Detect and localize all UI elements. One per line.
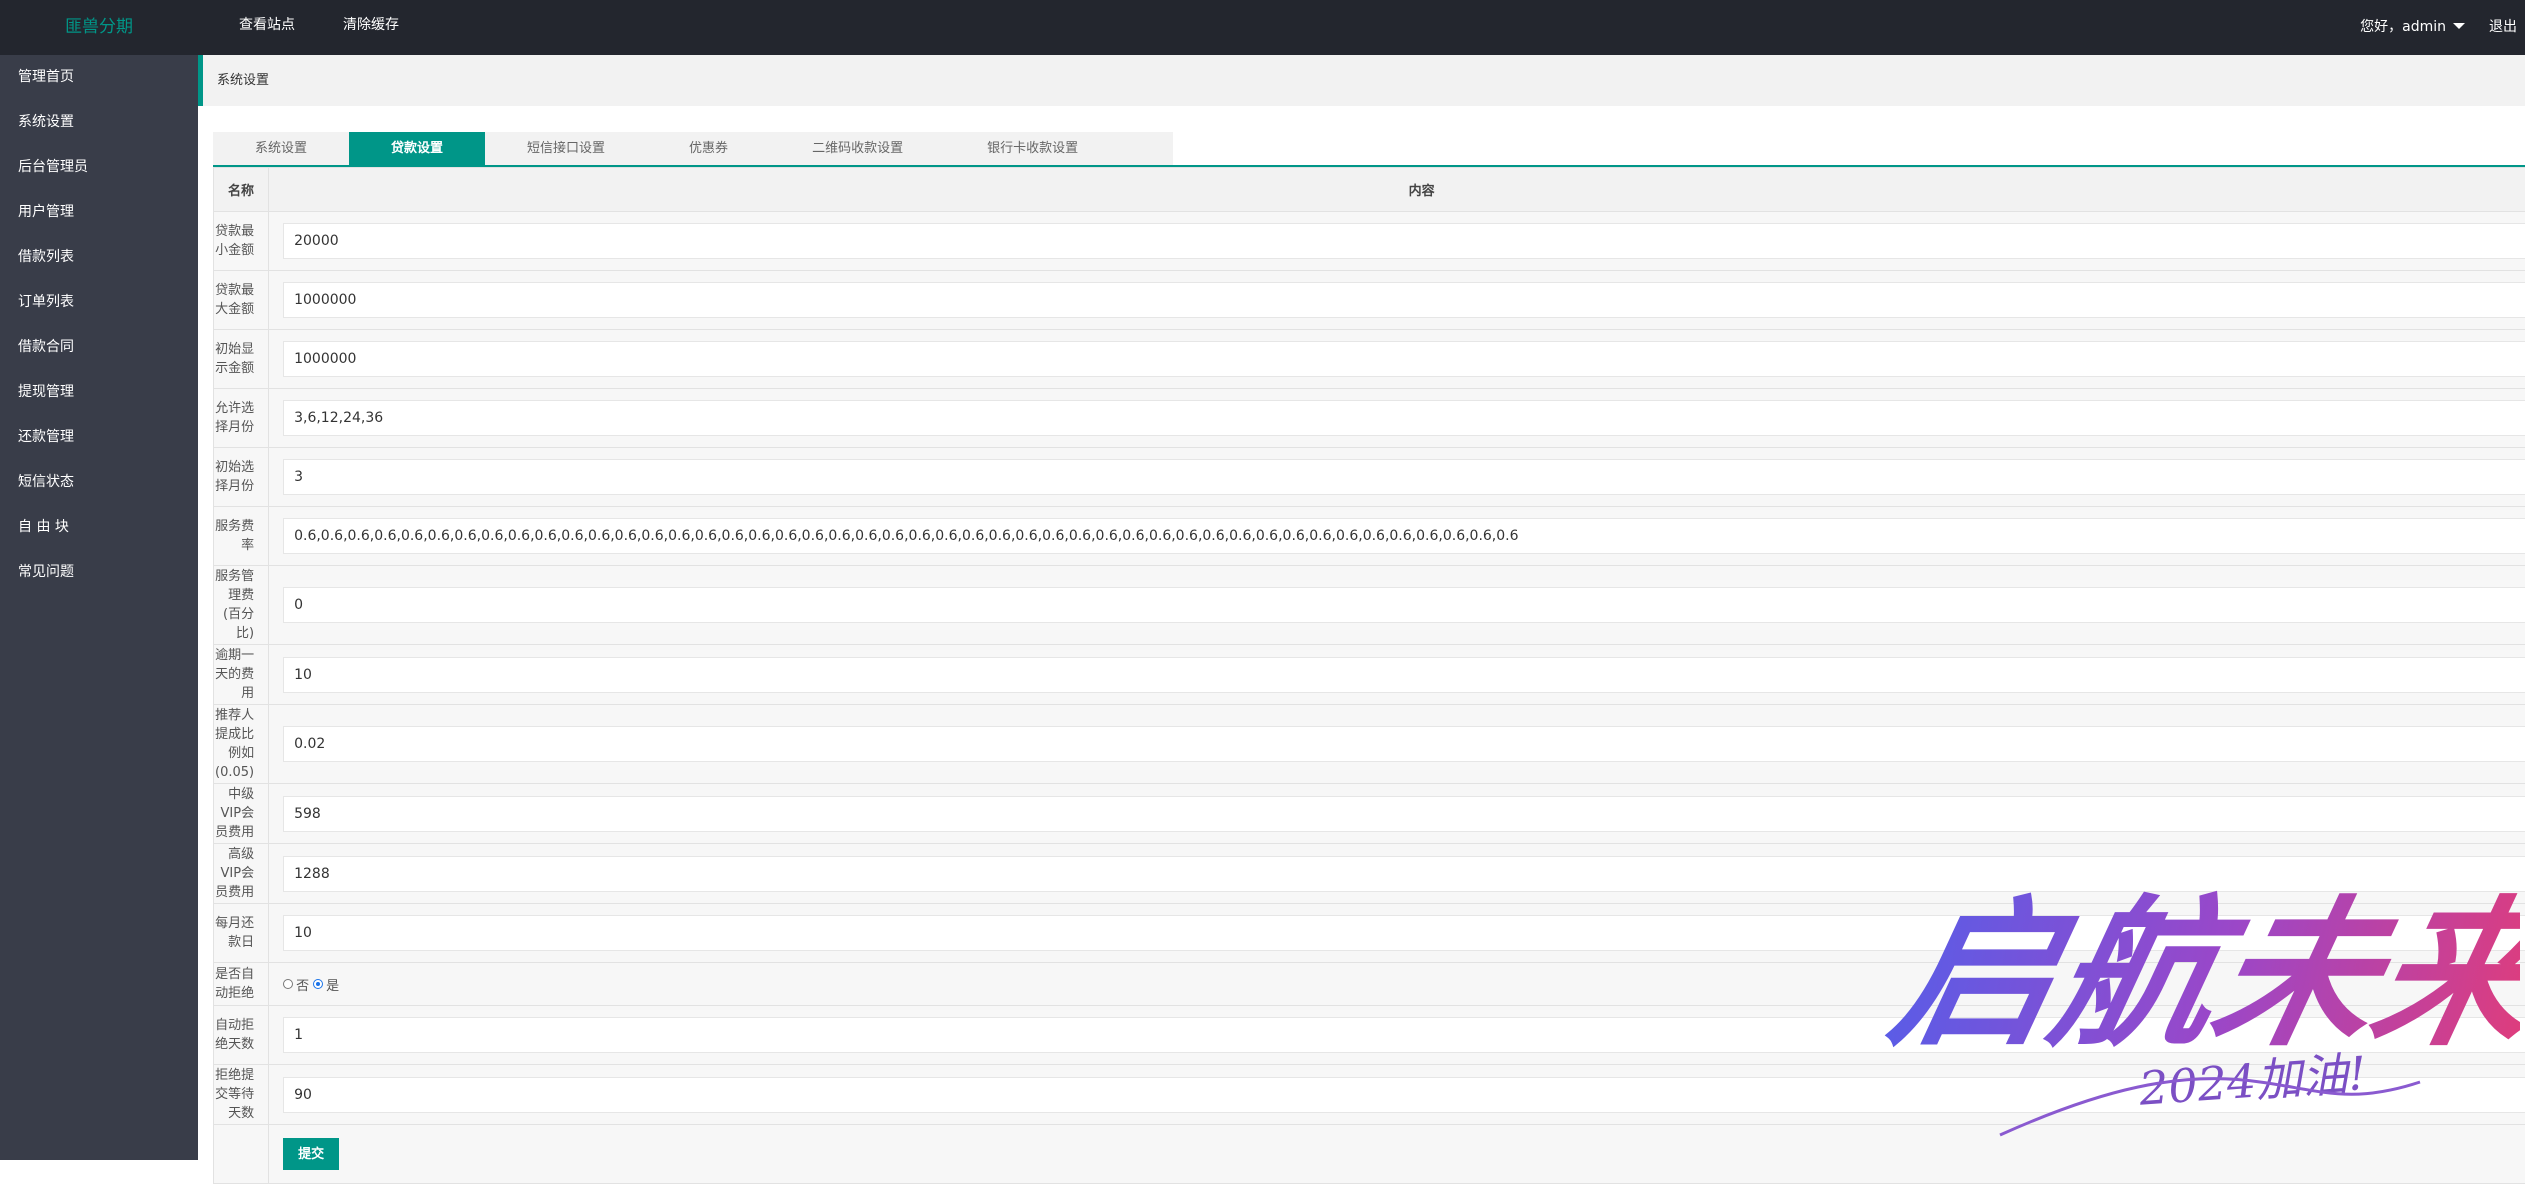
table-row: 是否自动拒绝 否 是 xyxy=(214,963,2525,1006)
table-row: 高级VIP会员费用 xyxy=(214,844,2525,904)
empty-label-cell xyxy=(214,1125,269,1184)
radio-unchecked-icon[interactable] xyxy=(283,979,293,989)
row-label: 贷款最小金额 xyxy=(214,212,269,271)
top-right: 您好，admin 退出 xyxy=(2360,0,2525,51)
reject-wait-days-input[interactable] xyxy=(283,1077,2525,1113)
table-row: 推荐人提成比例如 (0.05) xyxy=(214,705,2525,784)
sidebar-item-users[interactable]: 用户管理 xyxy=(0,190,198,235)
tab-bankcard-payment[interactable]: 银行卡收款设置 xyxy=(945,132,1120,165)
auto-reject-yes-option[interactable]: 是 xyxy=(313,975,339,994)
radio-checked-icon[interactable] xyxy=(313,979,323,989)
tab-qrcode-payment[interactable]: 二维码收款设置 xyxy=(770,132,945,165)
user-menu[interactable]: 您好，admin xyxy=(2360,16,2465,36)
referrer-commission-input[interactable] xyxy=(283,726,2525,762)
table-row: 服务费率 xyxy=(214,507,2525,566)
table-row: 中级VIP会员费用 xyxy=(214,784,2525,844)
settings-tabs: 系统设置 贷款设置 短信接口设置 优惠券 二维码收款设置 银行卡收款设置 xyxy=(213,132,2525,167)
tab-coupons[interactable]: 优惠券 xyxy=(647,132,770,165)
row-label: 推荐人提成比例如 (0.05) xyxy=(214,705,269,784)
table-row: 服务管理费(百分比) xyxy=(214,566,2525,645)
monthly-repayment-day-input[interactable] xyxy=(283,915,2525,951)
senior-vip-fee-input[interactable] xyxy=(283,856,2525,892)
service-management-fee-input[interactable] xyxy=(283,587,2525,623)
table-row: 自动拒绝天数 xyxy=(214,1006,2525,1065)
table-row: 允许选择月份 xyxy=(214,389,2525,448)
mid-vip-fee-input[interactable] xyxy=(283,796,2525,832)
user-greeting: 您好，admin xyxy=(2360,16,2446,36)
column-header-name: 名称 xyxy=(214,168,269,212)
sidebar-item-system-settings[interactable]: 系统设置 xyxy=(0,100,198,145)
table-row: 贷款最小金额 xyxy=(214,212,2525,271)
top-nav: 查看站点 清除缓存 xyxy=(215,0,423,55)
sidebar-item-orders[interactable]: 订单列表 xyxy=(0,280,198,325)
row-label: 服务管理费(百分比) xyxy=(214,566,269,645)
table-header-row: 名称 内容 xyxy=(214,168,2525,212)
sidebar-item-loans[interactable]: 借款列表 xyxy=(0,235,198,280)
sidebar-item-faq[interactable]: 常见问题 xyxy=(0,550,198,595)
row-label-line1: 推荐人提成比例如 xyxy=(215,706,254,763)
table-row: 拒绝提交等待天数 xyxy=(214,1065,2525,1125)
initial-display-amount-input[interactable] xyxy=(283,341,2525,377)
sidebar-item-repayments[interactable]: 还款管理 xyxy=(0,415,198,460)
tab-sms-settings[interactable]: 短信接口设置 xyxy=(485,132,647,165)
sidebar-item-contracts[interactable]: 借款合同 xyxy=(0,325,198,370)
view-site-link[interactable]: 查看站点 xyxy=(215,0,319,55)
submit-button[interactable]: 提交 xyxy=(283,1138,339,1170)
loan-settings-table: 名称 内容 贷款最小金额 贷款最大金额 初始显示金额 允许选择月份 初始选择月份… xyxy=(213,167,2525,1184)
radio-label-no: 否 xyxy=(296,975,309,994)
sidebar-item-free-blocks[interactable]: 自 由 块 xyxy=(0,505,198,550)
row-label-line2: (0.05) xyxy=(215,763,254,782)
chevron-down-icon xyxy=(2453,23,2465,29)
app-logo[interactable]: 匪兽分期 xyxy=(0,0,198,55)
sidebar-item-admins[interactable]: 后台管理员 xyxy=(0,145,198,190)
auto-reject-no-option[interactable]: 否 xyxy=(283,975,309,994)
row-label: 自动拒绝天数 xyxy=(214,1006,269,1065)
sidebar-item-sms-status[interactable]: 短信状态 xyxy=(0,460,198,505)
row-label: 贷款最大金额 xyxy=(214,271,269,330)
tab-loan-settings[interactable]: 贷款设置 xyxy=(349,132,485,165)
table-row: 提交 xyxy=(214,1125,2525,1184)
sidebar-item-withdrawals[interactable]: 提现管理 xyxy=(0,370,198,415)
row-label: 初始显示金额 xyxy=(214,330,269,389)
table-row: 贷款最大金额 xyxy=(214,271,2525,330)
row-label: 每月还款日 xyxy=(214,904,269,963)
top-header: 匪兽分期 查看站点 清除缓存 您好，admin 退出 xyxy=(0,0,2525,55)
row-label: 中级VIP会员费用 xyxy=(214,784,269,844)
initial-month-input[interactable] xyxy=(283,459,2525,495)
tab-strip: 系统设置 贷款设置 短信接口设置 优惠券 二维码收款设置 银行卡收款设置 xyxy=(213,132,1173,165)
clear-cache-link[interactable]: 清除缓存 xyxy=(319,0,423,55)
row-label: 逾期一天的费用 xyxy=(214,645,269,705)
table-row: 初始显示金额 xyxy=(214,330,2525,389)
max-loan-amount-input[interactable] xyxy=(283,282,2525,318)
row-label: 服务费率 xyxy=(214,507,269,566)
row-label: 初始选择月份 xyxy=(214,448,269,507)
row-label: 拒绝提交等待天数 xyxy=(214,1065,269,1125)
min-loan-amount-input[interactable] xyxy=(283,223,2525,259)
table-row: 初始选择月份 xyxy=(214,448,2525,507)
row-label: 高级VIP会员费用 xyxy=(214,844,269,904)
logout-link[interactable]: 退出 xyxy=(2489,16,2517,36)
sidebar-item-home[interactable]: 管理首页 xyxy=(0,55,198,100)
row-label: 允许选择月份 xyxy=(214,389,269,448)
service-rate-input[interactable] xyxy=(283,518,2525,554)
tab-system-settings[interactable]: 系统设置 xyxy=(213,132,349,165)
table-row: 每月还款日 xyxy=(214,904,2525,963)
allowed-months-input[interactable] xyxy=(283,400,2525,436)
auto-reject-days-input[interactable] xyxy=(283,1017,2525,1053)
table-row: 逾期一天的费用 xyxy=(214,645,2525,705)
overdue-daily-fee-input[interactable] xyxy=(283,657,2525,693)
column-header-content: 内容 xyxy=(269,168,2525,212)
row-label: 是否自动拒绝 xyxy=(214,963,269,1006)
radio-label-yes: 是 xyxy=(326,975,339,994)
sidebar: 管理首页 系统设置 后台管理员 用户管理 借款列表 订单列表 借款合同 提现管理… xyxy=(0,55,198,1160)
breadcrumb: 系统设置 xyxy=(198,55,2525,106)
auto-reject-radio-group: 否 是 xyxy=(283,975,2525,994)
